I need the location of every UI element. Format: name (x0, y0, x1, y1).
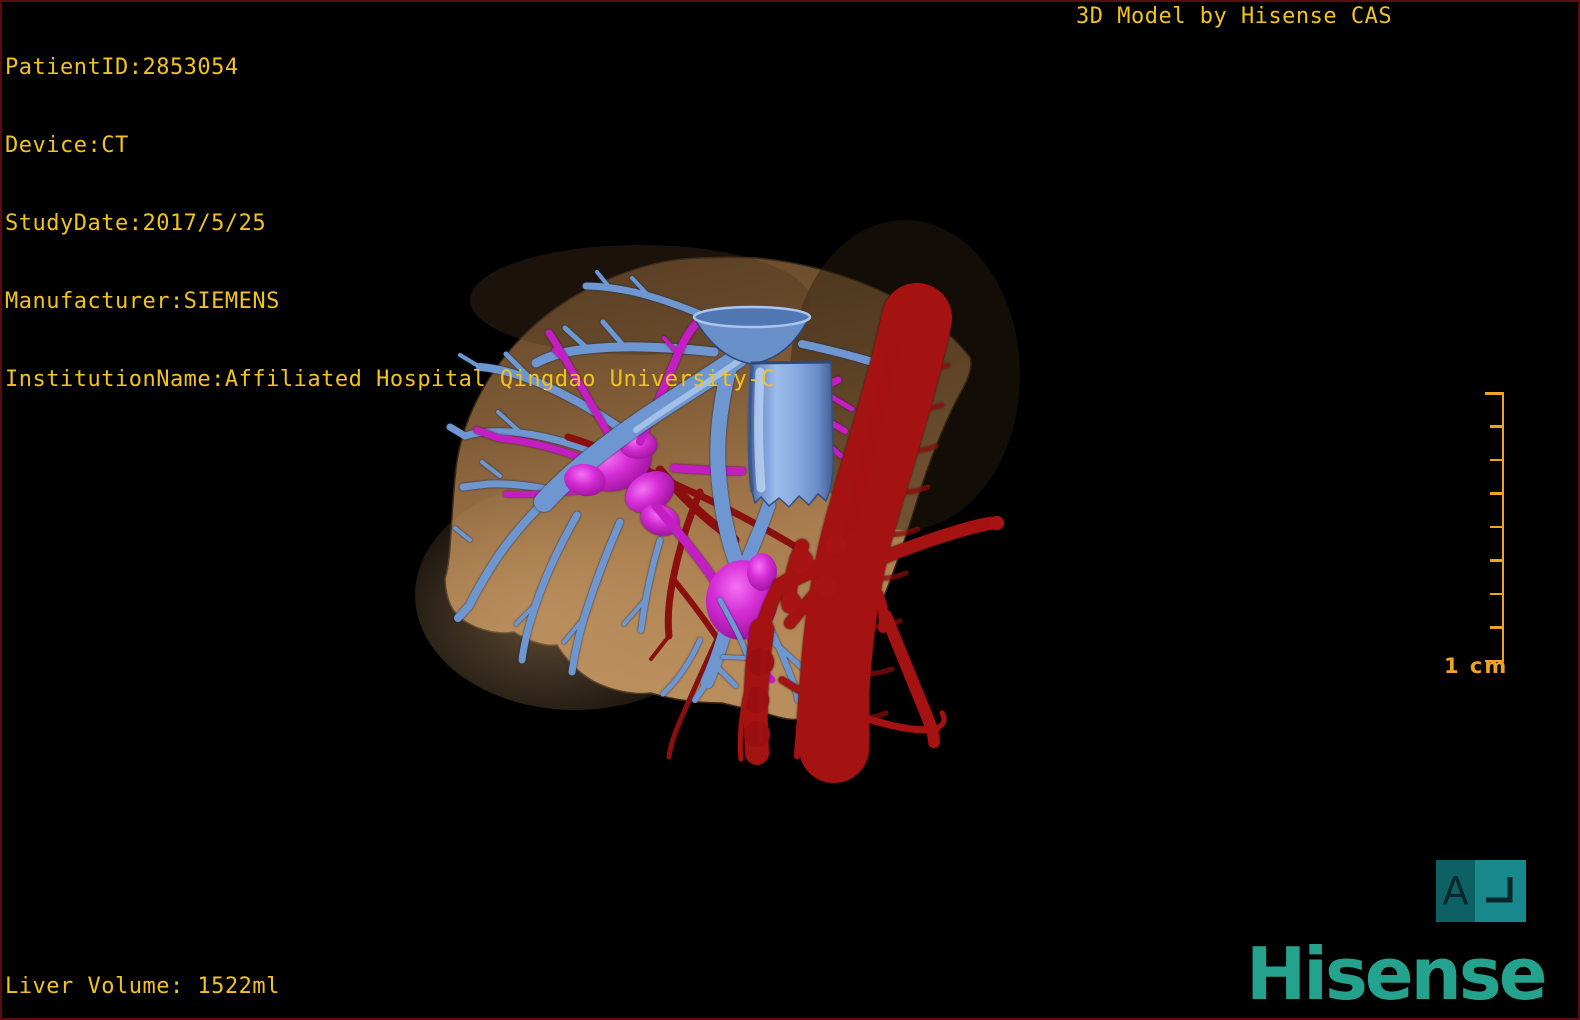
study-date-line: StudyDate:2017/5/25 (5, 211, 267, 236)
orientation-cube[interactable]: A (1436, 860, 1526, 922)
scale-tick (1490, 525, 1502, 529)
corner-bracket-icon (1486, 877, 1513, 903)
patient-id-line: PatientID:2853054 (5, 55, 239, 80)
scale-bar (1485, 392, 1504, 662)
scale-tick (1485, 392, 1502, 395)
institution-line: InstitutionName:Affiliated Hospital Qing… (5, 367, 775, 392)
scale-tick (1490, 592, 1502, 596)
scale-tick (1490, 458, 1502, 462)
viewer-window: PatientID:2853054 Device:CT StudyDate:20… (0, 0, 1580, 1020)
manufacturer-line: Manufacturer:SIEMENS (5, 289, 280, 314)
scale-tick (1490, 492, 1502, 495)
device-line: Device:CT (5, 133, 129, 158)
patient-info-block: PatientID:2853054 Device:CT StudyDate:20… (5, 3, 775, 445)
cube-front-face: A (1436, 860, 1475, 922)
scale-tick (1490, 425, 1502, 428)
scale-tick (1490, 626, 1502, 629)
scale-tick (1490, 559, 1502, 562)
liver-volume-label: Liver Volume: 1522ml (5, 974, 280, 999)
watermark-title: 3D Model by Hisense CAS (1076, 4, 1393, 29)
hisense-logo: Hisense (1246, 932, 1548, 1016)
cube-anterior-label: A (1442, 869, 1469, 913)
scale-bar-label: 1 cm (1444, 654, 1509, 678)
cube-side-face (1475, 860, 1526, 922)
